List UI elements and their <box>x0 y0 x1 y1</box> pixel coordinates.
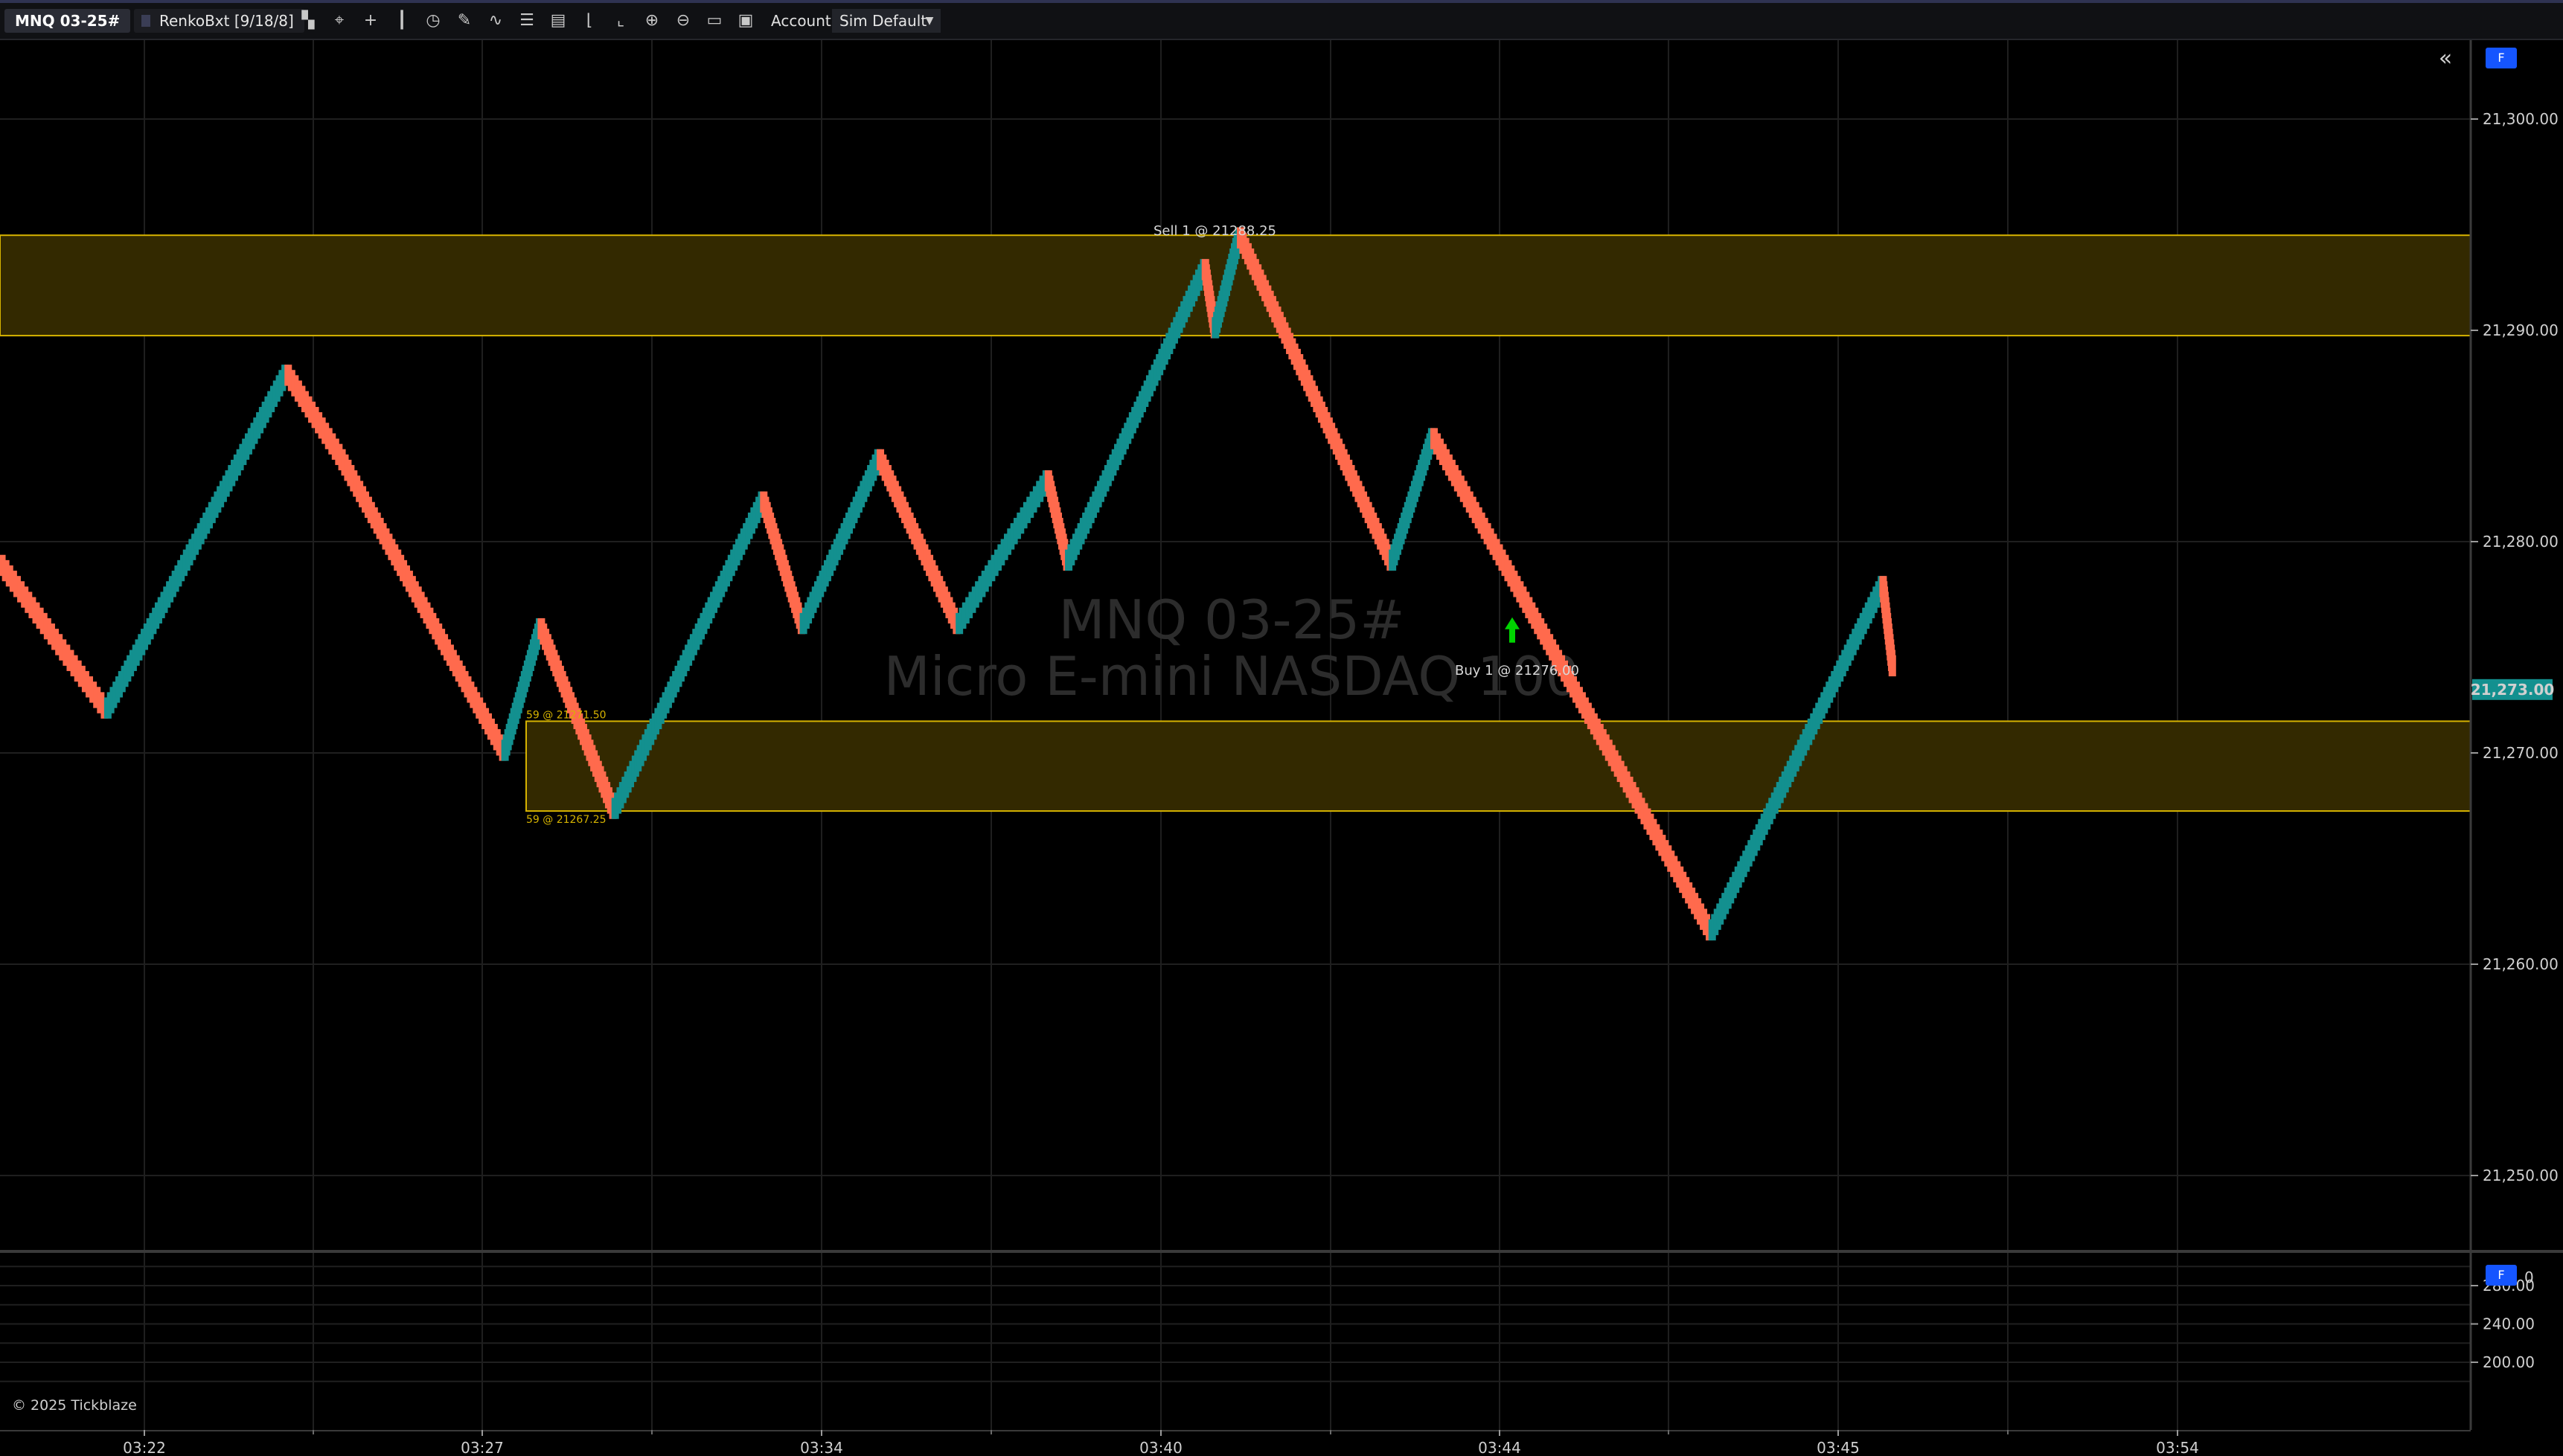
sub-axis-partial-label: 0 <box>2524 1269 2534 1286</box>
price-tick-label: 21,260.00 <box>2483 955 2559 973</box>
time-tick-label: 03:40 <box>1139 1439 1183 1456</box>
time-tick-label: 03:44 <box>1478 1439 1521 1456</box>
sub-vertical-grid <box>144 1253 2178 1430</box>
toolbar-top-border <box>0 0 2563 3</box>
toolbar-icon-group: ▚ ⌖ + ┃ ◷ ✎ ∿ ☰ ▤ ⌊ ⌞ ⊕ ⊖ ▭ ▣ <box>295 9 759 33</box>
price-tick-label: 21,270.00 <box>2483 744 2559 762</box>
zone-top-label: 59 @ 21271.50 <box>526 709 607 721</box>
zone-bottom-label: 59 @ 21267.25 <box>526 814 607 826</box>
indicator-pane[interactable]: 280.00 240.00 200.00 0 <box>0 1250 2563 1430</box>
price-tick-label: 21,250.00 <box>2483 1167 2559 1184</box>
template-icon[interactable]: ▤ <box>545 9 572 33</box>
time-tick-label: 03:45 <box>1817 1439 1860 1456</box>
period-selector[interactable]: RenkoBxt [9/18/8] <box>134 9 304 33</box>
chevron-down-icon[interactable]: ▼ <box>918 9 941 33</box>
time-axis[interactable]: 03:22 03:27 03:34 03:40 03:44 03:45 03:54 <box>0 1430 2563 1456</box>
panel-icon[interactable]: ▚ <box>295 9 321 33</box>
price-tick-label: 21,280.00 <box>2483 533 2559 551</box>
renko-brick <box>1888 655 1896 677</box>
price-tick-label: 21,300.00 <box>2483 110 2559 128</box>
sub-price-axis[interactable]: 280.00240.00200.00 <box>2471 1277 2535 1371</box>
crosshair-box-icon[interactable]: ⌖ <box>326 9 353 33</box>
pencil-icon[interactable]: ✎ <box>451 9 478 33</box>
account-label: Account: <box>771 12 836 30</box>
price-tick-label: 21,290.00 <box>2483 321 2559 339</box>
price-chart[interactable]: MNQ 03-25# Micro E-mini NASDAQ 100 59 @ … <box>0 40 2563 1250</box>
folder-icon[interactable]: ▭ <box>701 9 728 33</box>
demand-zone[interactable] <box>525 720 2471 812</box>
time-tick-label: 03:54 <box>2156 1439 2199 1456</box>
zoom-in-icon[interactable]: ⊕ <box>639 9 665 33</box>
current-price-label: 21,273.00 <box>2471 681 2555 699</box>
trend-icon[interactable]: ∿ <box>482 9 509 33</box>
indicator-chart[interactable]: 280.00240.00200.00 0 <box>0 1250 2563 1430</box>
time-axis-svg: 03:22 03:27 03:34 03:40 03:44 03:45 03:54 <box>0 1430 2471 1456</box>
sub-tick-label: 240.00 <box>2483 1315 2535 1333</box>
period-label: RenkoBxt [9/18/8] <box>159 12 294 30</box>
symbol-selector[interactable]: MNQ 03-25# <box>4 9 131 33</box>
zoom-out-icon[interactable]: ⊖ <box>670 9 697 33</box>
crosshair-icon[interactable]: + <box>357 9 384 33</box>
time-labels: 03:22 03:27 03:34 03:40 03:44 03:45 03:54 <box>123 1430 2199 1456</box>
time-tick-label: 03:27 <box>461 1439 504 1456</box>
copyright-notice: © 2025 Tickblaze <box>12 1397 137 1414</box>
save-icon[interactable]: ▣ <box>732 9 759 33</box>
main-chart-pane[interactable]: MNQ 03-25# Micro E-mini NASDAQ 100 59 @ … <box>0 40 2563 1250</box>
watermark-symbol: MNQ 03-25# <box>1058 589 1404 651</box>
sub-tick-label: 200.00 <box>2483 1353 2535 1371</box>
period-color-icon <box>141 15 150 27</box>
buy-arrow-icon <box>1505 617 1520 643</box>
sub-pane-badge[interactable]: F <box>2486 1265 2517 1286</box>
chart-toolbar: MNQ 03-25# RenkoBxt [9/18/8] ▚ ⌖ + ┃ ◷ ✎… <box>0 0 2563 40</box>
clock-icon[interactable]: ◷ <box>420 9 447 33</box>
buy-execution-label: Buy 1 @ 21276.00 <box>1455 663 1579 679</box>
time-tick-label: 03:22 <box>123 1439 166 1456</box>
list-icon[interactable]: ☰ <box>513 9 540 33</box>
candlestick-icon[interactable]: ┃ <box>388 9 415 33</box>
double-chevron-left-icon[interactable]: « <box>2431 46 2460 71</box>
time-tick-label: 03:34 <box>800 1439 843 1456</box>
sub-horizontal-grid <box>0 1266 2471 1382</box>
draw-tool-icon[interactable]: ⌞ <box>607 9 634 33</box>
sell-execution-label: Sell 1 @ 21288.25 <box>1153 223 1276 239</box>
main-pane-badge[interactable]: F <box>2486 48 2517 68</box>
draw-line-icon[interactable]: ⌊ <box>576 9 603 33</box>
price-axis[interactable]: 21,300.00 21,290.00 21,280.00 21,270.00 21,2… <box>2471 110 2559 1184</box>
